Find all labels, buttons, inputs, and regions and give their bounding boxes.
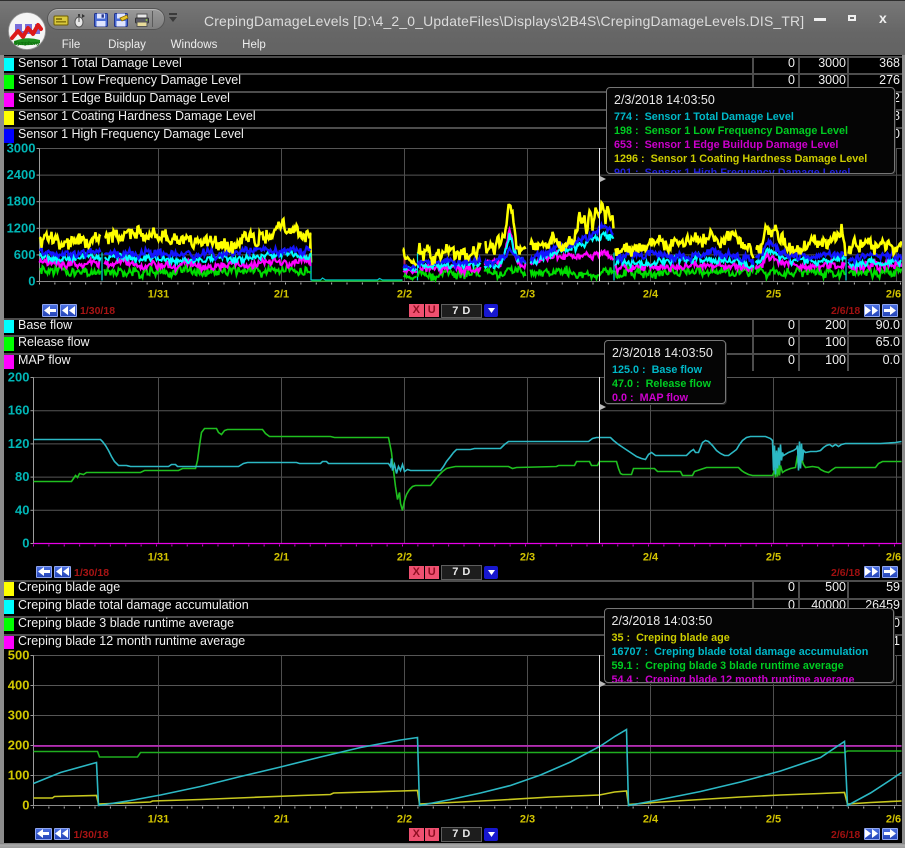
svg-text:2/6: 2/6 (886, 552, 901, 564)
svg-text:100: 100 (8, 768, 30, 783)
svg-text:2/5: 2/5 (766, 552, 781, 564)
svg-text:400: 400 (8, 678, 30, 693)
svg-text:1800: 1800 (7, 194, 36, 209)
svg-text:2/3: 2/3 (520, 552, 535, 564)
svg-text:2/3: 2/3 (520, 289, 535, 301)
svg-text:1/31: 1/31 (148, 814, 169, 826)
svg-text:120: 120 (8, 436, 30, 451)
svg-text:2/4: 2/4 (643, 814, 659, 826)
svg-text:2/4: 2/4 (643, 289, 659, 301)
svg-text:200: 200 (8, 738, 30, 753)
svg-text:2/2: 2/2 (397, 552, 412, 564)
svg-text:2/3: 2/3 (520, 814, 535, 826)
svg-text:2/6: 2/6 (886, 289, 901, 301)
svg-text:1/31: 1/31 (148, 289, 169, 301)
svg-text:2/5: 2/5 (766, 289, 781, 301)
svg-text:0: 0 (22, 798, 29, 813)
svg-text:200: 200 (8, 370, 30, 385)
svg-text:1200: 1200 (7, 220, 36, 235)
svg-text:2/2: 2/2 (397, 814, 412, 826)
svg-text:2/6: 2/6 (886, 814, 901, 826)
svg-text:2/2: 2/2 (397, 289, 412, 301)
svg-text:2/1: 2/1 (274, 289, 289, 301)
svg-text:2/4: 2/4 (643, 552, 659, 564)
svg-text:3000: 3000 (7, 141, 36, 156)
svg-text:0: 0 (22, 536, 29, 551)
svg-text:300: 300 (8, 708, 30, 723)
svg-text:40: 40 (15, 502, 29, 517)
svg-text:2/1: 2/1 (274, 814, 289, 826)
svg-text:160: 160 (8, 403, 30, 418)
svg-text:Symphony: Symphony (14, 41, 40, 47)
svg-text:2/1: 2/1 (274, 552, 289, 564)
svg-text:2400: 2400 (7, 167, 36, 182)
svg-text:0: 0 (28, 274, 35, 289)
svg-text:2/5: 2/5 (766, 814, 781, 826)
svg-text:80: 80 (15, 469, 29, 484)
svg-text:500: 500 (8, 648, 30, 663)
svg-text:1/31: 1/31 (148, 552, 169, 564)
svg-text:600: 600 (14, 247, 36, 262)
